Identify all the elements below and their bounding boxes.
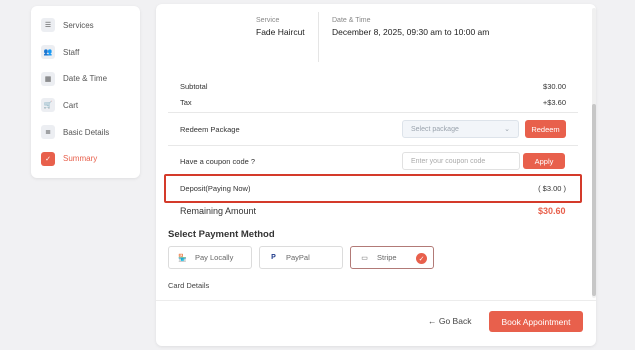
sidebar-item-label: Date & Time [63,74,108,84]
pay-locally-option[interactable]: 🏪 Pay Locally [168,246,252,269]
store-icon: 🏪 [178,254,187,262]
sidebar-item-cart[interactable]: 🛒 Cart [31,92,140,119]
stripe-option[interactable]: ▭ Stripe ✓ [350,246,434,269]
divider [318,12,319,62]
tax-value: +$3.60 [542,98,566,107]
steps-sidebar: ☰ Services 👥 Staff ▦ Date & Time 🛒 Cart … [31,6,140,178]
payment-method-title: Select Payment Method [168,229,275,240]
sidebar-item-label: Basic Details [63,127,110,137]
cart-icon: 🛒 [41,98,55,113]
paypal-option[interactable]: P PayPal [259,246,343,269]
sidebar-item-summary[interactable]: ✓ Summary [31,145,140,172]
list-icon: ☰ [41,18,55,33]
datetime-label: Date & Time [332,17,371,24]
sidebar-item-date-time[interactable]: ▦ Date & Time [31,65,140,92]
redeem-button[interactable]: Redeem [525,120,566,138]
payment-option-label: Stripe [377,253,397,262]
datetime-value: December 8, 2025, 09:30 am to 10:00 am [332,27,490,37]
sidebar-item-services[interactable]: ☰ Services [31,12,140,39]
paypal-icon: P [271,254,276,261]
subtotal-row: Subtotal $30.00 [180,82,566,91]
checkbox-icon: ✓ [41,151,55,166]
sidebar-item-label: Cart [63,100,79,110]
sidebar-item-basic-details[interactable]: ≣ Basic Details [31,119,140,146]
book-appointment-button[interactable]: Book Appointment [489,311,583,332]
tax-label: Tax [180,98,192,107]
service-label: Service [256,17,280,24]
sidebar-item-label: Summary [63,154,98,164]
go-back-button[interactable]: ← Go Back [428,316,471,326]
card-details-label: Card Details [168,281,210,290]
divider [168,145,578,146]
check-icon: ✓ [416,253,427,264]
payment-option-label: Pay Locally [195,253,234,262]
deposit-highlight [164,174,582,203]
redeem-label: Redeem Package [180,125,240,134]
package-select-placeholder: Select package [411,125,459,133]
users-icon: 👥 [41,45,55,60]
sidebar-item-label: Services [63,20,94,30]
divider [168,112,578,113]
sidebar-item-staff[interactable]: 👥 Staff [31,39,140,66]
scrollbar-thumb[interactable] [592,104,596,296]
datetime-info: Date & Time December 8, 2025, 09:30 am t… [332,17,492,38]
coupon-row: Have a coupon code ? [180,157,380,166]
package-select[interactable]: Select package ⌄ [402,120,519,138]
service-value: Fade Haircut [256,27,305,37]
tax-row: Tax +$3.60 [180,98,566,107]
payment-option-label: PayPal [286,253,310,262]
calendar-icon: ▦ [41,71,55,86]
remaining-value: $30.60 [538,206,566,216]
sidebar-item-label: Staff [63,47,80,57]
remaining-label: Remaining Amount [180,206,257,216]
credit-card-icon: ▭ [361,254,368,262]
coupon-input[interactable]: Enter your coupon code [402,152,520,170]
coupon-label: Have a coupon code ? [180,157,256,166]
chevron-down-icon: ⌄ [504,126,510,133]
subtotal-value: $30.00 [543,82,566,91]
service-info: Service Fade Haircut [256,17,305,37]
subtotal-label: Subtotal [180,82,208,91]
apply-button[interactable]: Apply [523,153,565,169]
redeem-row: Redeem Package [180,125,380,134]
divider [156,300,596,301]
document-icon: ≣ [41,125,55,140]
